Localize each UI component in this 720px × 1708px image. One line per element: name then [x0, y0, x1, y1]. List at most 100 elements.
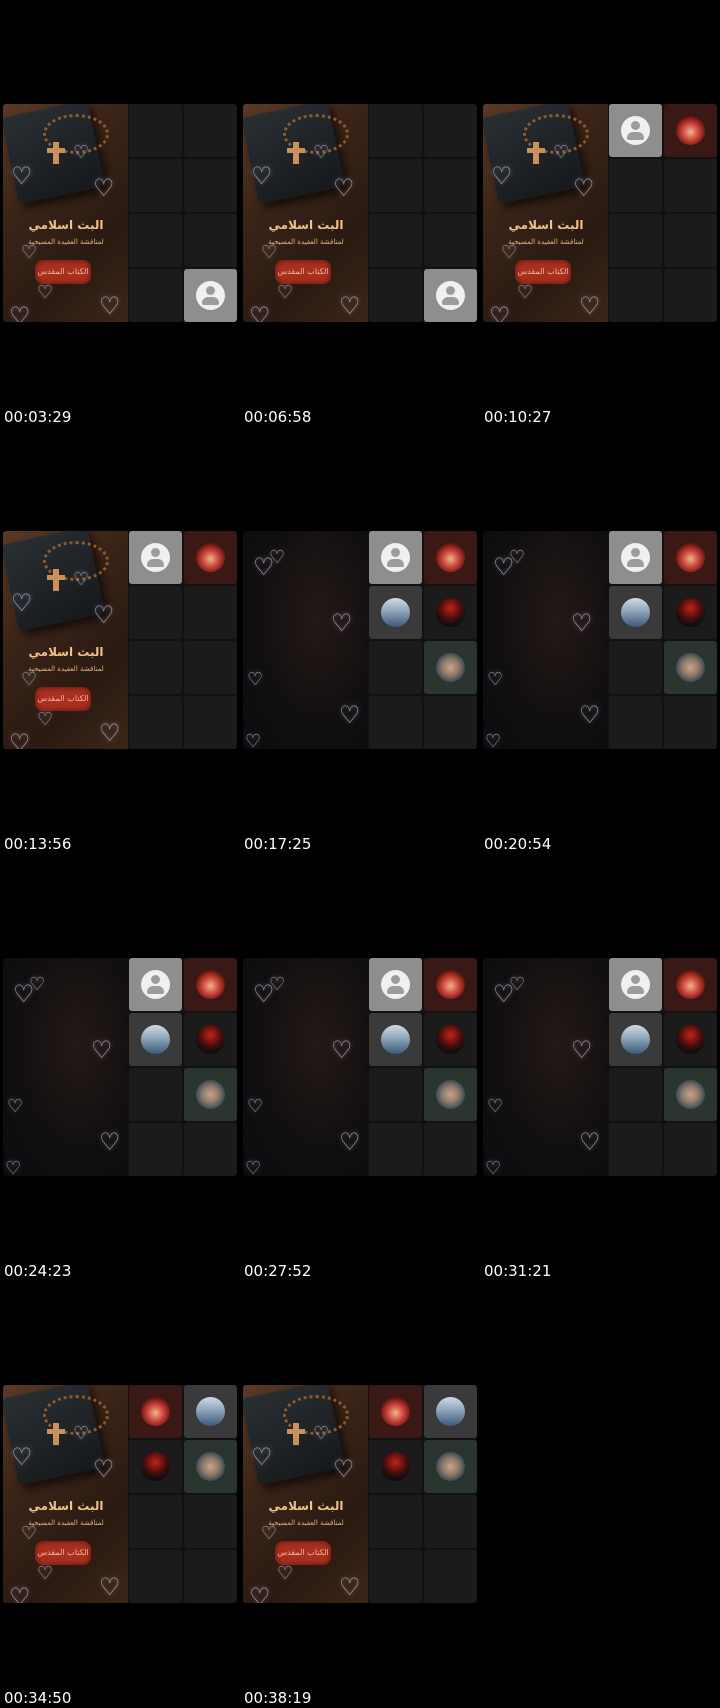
empty-slot [129, 1550, 182, 1603]
frame-thumbnail[interactable]: البث اسلامي لمناقشة العقيدة المسيحية الكتا… [3, 104, 237, 322]
participant-slot[interactable] [184, 531, 237, 584]
frame-thumbnail[interactable]: البث اسلامي لمناقشة العقيدة المسيحية الكتا… [483, 104, 717, 322]
video-frame: ♡ ♡ ♡ ♡ ♡ ♡ 00:27:52 [240, 854, 480, 1281]
heart-bubble-icon: ♡ [5, 1158, 22, 1177]
participant-slot[interactable] [664, 586, 717, 639]
empty-slot [424, 1495, 477, 1548]
participant-slot[interactable] [424, 1013, 477, 1066]
participant-slot[interactable] [424, 641, 477, 694]
heart-bubble-icon: ♡ [11, 589, 33, 617]
frame-thumbnail[interactable]: البث اسلامي لمناقشة العقيدة المسيحية الكتا… [243, 1385, 477, 1603]
poster-plaque: الكتاب المقدس [35, 260, 91, 284]
frame-thumbnail[interactable]: ♡ ♡ ♡ ♡ ♡ ♡ [243, 531, 477, 749]
participant-slot[interactable] [184, 1385, 237, 1438]
video-frame: البث اسلامي لمناقشة العقيدة المسيحية الكتا… [0, 0, 240, 427]
empty-slot [609, 1068, 662, 1121]
participant-slot[interactable] [369, 1440, 422, 1493]
cross-icon [47, 569, 65, 591]
heart-bubble-icon: ♡ [485, 731, 502, 750]
dark-panel: ♡ ♡ ♡ ♡ ♡ ♡ [483, 958, 608, 1176]
poster-panel: البث اسلامي لمناقشة العقيدة المسيحية الكتا… [243, 1385, 368, 1603]
participant-slot[interactable] [129, 531, 182, 584]
participant-avatar [141, 1397, 170, 1426]
heart-bubble-icon: ♡ [489, 302, 511, 322]
video-frame: ♡ ♡ ♡ ♡ ♡ ♡ 00:31:21 [480, 854, 720, 1281]
participant-slot[interactable] [184, 1440, 237, 1493]
empty-slot [184, 214, 237, 267]
participant-slot[interactable] [129, 1440, 182, 1493]
participant-slot[interactable] [609, 104, 662, 157]
video-frame: ♡ ♡ ♡ ♡ ♡ ♡ 00:20:54 [480, 427, 720, 854]
frame-thumbnail[interactable]: ♡ ♡ ♡ ♡ ♡ ♡ [243, 958, 477, 1176]
heart-bubble-icon: ♡ [99, 1573, 121, 1601]
participant-slot[interactable] [424, 1440, 477, 1493]
heart-bubble-icon: ♡ [487, 669, 504, 690]
heart-bubble-icon: ♡ [247, 669, 264, 690]
participant-slot[interactable] [369, 1013, 422, 1066]
empty-slot [369, 159, 422, 212]
participant-slot[interactable] [664, 1068, 717, 1121]
participant-slot[interactable] [424, 531, 477, 584]
participant-avatar [436, 1025, 465, 1054]
participant-slot[interactable] [184, 269, 237, 322]
frame-thumbnail[interactable]: البث اسلامي لمناقشة العقيدة المسيحية الكتا… [243, 104, 477, 322]
participant-slot[interactable] [369, 1385, 422, 1438]
frame-thumbnail[interactable]: ♡ ♡ ♡ ♡ ♡ ♡ [483, 531, 717, 749]
participant-slot[interactable] [369, 958, 422, 1011]
empty-slot [609, 269, 662, 322]
empty-slot [129, 214, 182, 267]
heart-bubble-icon: ♡ [37, 282, 54, 303]
heart-bubble-icon: ♡ [339, 1573, 361, 1601]
heart-bubble-icon: ♡ [333, 1455, 355, 1483]
participant-grid [369, 104, 477, 322]
participant-slot[interactable] [424, 958, 477, 1011]
participant-slot[interactable] [369, 531, 422, 584]
participant-slot[interactable] [664, 1013, 717, 1066]
participant-grid [129, 1385, 237, 1603]
default-avatar-icon [621, 970, 650, 999]
frame-timestamp: 00:17:25 [244, 835, 312, 853]
participant-slot[interactable] [129, 1385, 182, 1438]
participant-slot[interactable] [664, 531, 717, 584]
participant-avatar [141, 1025, 170, 1054]
empty-slot [424, 1123, 477, 1176]
heart-bubble-icon: ♡ [277, 1563, 294, 1584]
heart-bubble-icon: ♡ [9, 302, 31, 322]
participant-slot[interactable] [184, 958, 237, 1011]
video-frame: ♡ ♡ ♡ ♡ ♡ ♡ 00:24:23 [0, 854, 240, 1281]
poster-panel: البث اسلامي لمناقشة العقيدة المسيحية الكتا… [3, 1385, 128, 1603]
default-avatar-icon [436, 281, 465, 310]
participant-slot[interactable] [609, 586, 662, 639]
empty-slot [369, 1495, 422, 1548]
participant-slot[interactable] [424, 586, 477, 639]
participant-slot[interactable] [609, 531, 662, 584]
frame-thumbnail[interactable]: البث اسلامي لمناقشة العقيدة المسيحية الكتا… [3, 1385, 237, 1603]
participant-slot[interactable] [664, 641, 717, 694]
empty-slot [369, 1550, 422, 1603]
empty-slot [184, 696, 237, 749]
participant-slot[interactable] [129, 958, 182, 1011]
participant-slot[interactable] [424, 269, 477, 322]
frame-thumbnail[interactable]: البث اسلامي لمناقشة العقيدة المسيحية الكتا… [3, 531, 237, 749]
heart-bubble-icon: ♡ [509, 974, 526, 995]
participant-slot[interactable] [424, 1385, 477, 1438]
participant-slot[interactable] [609, 958, 662, 1011]
participant-slot[interactable] [664, 104, 717, 157]
heart-bubble-icon: ♡ [269, 547, 286, 568]
heart-bubble-icon: ♡ [11, 1443, 33, 1471]
empty-slot [184, 586, 237, 639]
participant-slot[interactable] [664, 958, 717, 1011]
participant-avatar [621, 1025, 650, 1054]
participant-slot[interactable] [184, 1068, 237, 1121]
participant-slot[interactable] [424, 1068, 477, 1121]
poster-panel: البث اسلامي لمناقشة العقيدة المسيحية الكتا… [483, 104, 608, 322]
frame-thumbnail[interactable]: ♡ ♡ ♡ ♡ ♡ ♡ [3, 958, 237, 1176]
participant-slot[interactable] [609, 1013, 662, 1066]
participant-slot[interactable] [184, 1013, 237, 1066]
frame-timestamp: 00:03:29 [4, 408, 72, 426]
participant-avatar [141, 1452, 170, 1481]
frame-thumbnail[interactable]: ♡ ♡ ♡ ♡ ♡ ♡ [483, 958, 717, 1176]
participant-slot[interactable] [369, 586, 422, 639]
poster-panel: البث اسلامي لمناقشة العقيدة المسيحية الكتا… [3, 531, 128, 749]
participant-slot[interactable] [129, 1013, 182, 1066]
